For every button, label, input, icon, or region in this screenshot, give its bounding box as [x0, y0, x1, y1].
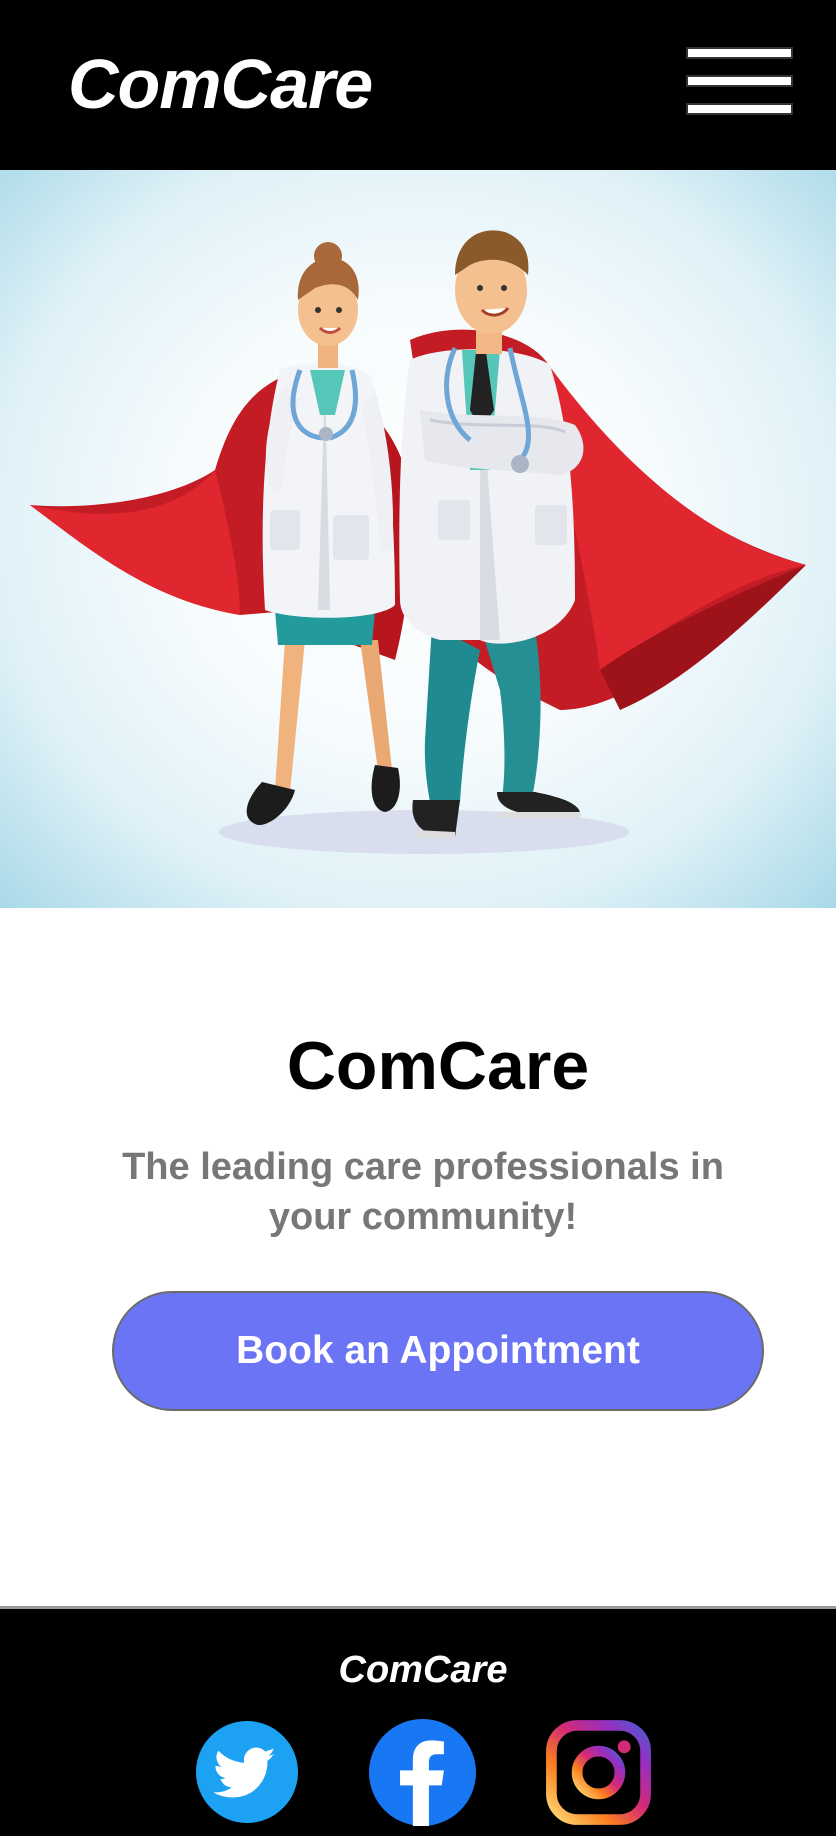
page-title: ComCare: [286, 1028, 590, 1104]
tagline: The leading care professionals in your c…: [122, 1146, 724, 1238]
facebook-icon[interactable]: [369, 1719, 476, 1826]
top-navbar: ComCare: [0, 0, 836, 170]
hamburger-menu-icon[interactable]: [686, 47, 793, 115]
hero-image: [0, 170, 836, 908]
instagram-icon[interactable]: [545, 1719, 652, 1826]
footer: ComCare: [0, 1606, 836, 1836]
brand-logo[interactable]: ComCare: [68, 40, 373, 128]
hamburger-line: [686, 103, 793, 115]
superhero-doctors-illustration: [30, 230, 806, 854]
book-appointment-button[interactable]: Book an Appointment: [112, 1291, 764, 1411]
hamburger-line: [686, 47, 793, 59]
footer-brand: ComCare: [338, 1649, 508, 1691]
twitter-icon[interactable]: [196, 1721, 298, 1823]
hamburger-line: [686, 75, 793, 87]
